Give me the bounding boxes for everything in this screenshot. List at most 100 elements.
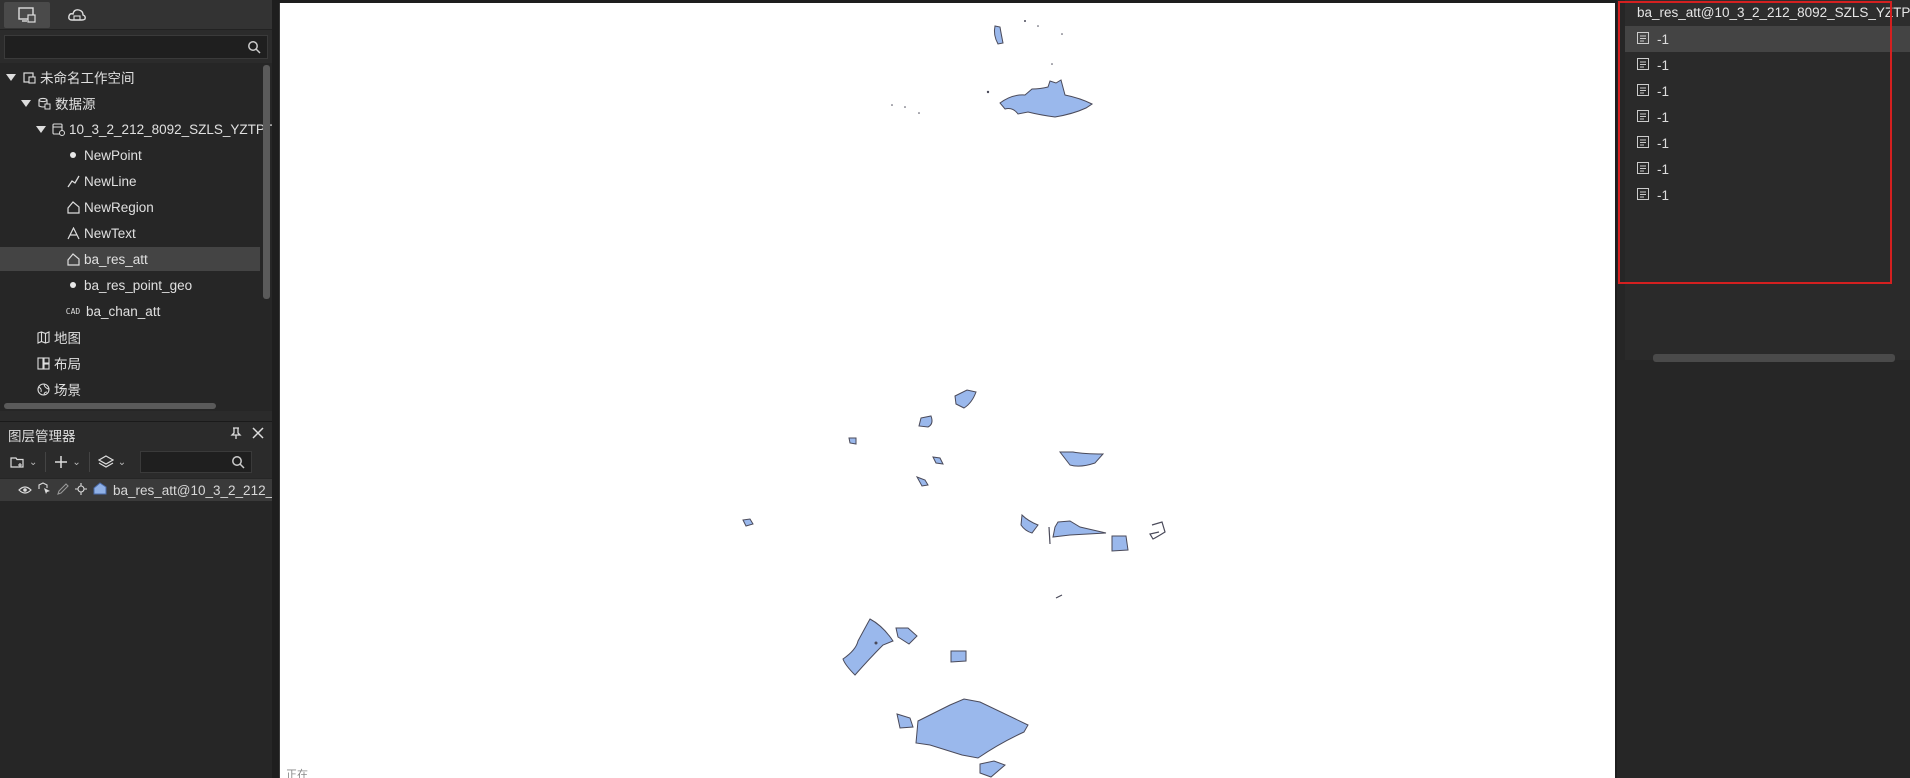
tree-node-label: 数据源 bbox=[55, 97, 96, 112]
tree-node-scenes[interactable]: 场景 bbox=[0, 377, 260, 401]
layer-manager-title: 图层管理器 bbox=[8, 428, 76, 444]
region-feature bbox=[950, 650, 967, 663]
search-icon[interactable] bbox=[247, 40, 261, 57]
map-icon bbox=[36, 330, 50, 344]
snap-target-icon[interactable] bbox=[75, 482, 87, 498]
tree-node-newtext[interactable]: NewText bbox=[0, 221, 260, 245]
tree-node-maps[interactable]: 地图 bbox=[0, 325, 260, 349]
line-icon bbox=[66, 174, 80, 188]
left-tabs bbox=[0, 0, 272, 30]
attribute-row[interactable]: -1 bbox=[1625, 26, 1910, 52]
point-feature bbox=[874, 641, 878, 645]
region-feature bbox=[1111, 535, 1129, 552]
expand-arrow-icon[interactable] bbox=[36, 125, 46, 133]
point-feature bbox=[1061, 33, 1063, 35]
expand-arrow-icon[interactable] bbox=[6, 73, 16, 81]
tree-node-newpoint[interactable]: NewPoint bbox=[0, 143, 260, 167]
attribute-panel-content: ba_res_att@10_3_2_212_8092_SZLS_YZTPT_TE… bbox=[1625, 0, 1910, 360]
layer-manager-header: 图层管理器 bbox=[0, 421, 272, 447]
chevron-down-icon: ⌄ bbox=[72, 456, 81, 468]
tree-node-ba-chan-att[interactable]: CAD ba_chan_att bbox=[0, 299, 260, 323]
point-feature bbox=[891, 104, 893, 106]
record-icon bbox=[1637, 31, 1649, 47]
toolbar-divider bbox=[88, 452, 90, 472]
region-feature bbox=[915, 698, 1029, 759]
new-layer-group-button[interactable]: ⌄ bbox=[6, 450, 41, 474]
search-icon[interactable] bbox=[231, 455, 245, 472]
workspace-tab[interactable] bbox=[4, 2, 50, 28]
expand-arrow-icon[interactable] bbox=[21, 99, 31, 107]
tree-horizontal-scrollbar[interactable] bbox=[4, 403, 216, 409]
record-icon bbox=[1637, 109, 1649, 125]
chevron-down-icon: ⌄ bbox=[29, 456, 38, 468]
region-layer-icon bbox=[93, 482, 107, 498]
line-feature bbox=[1055, 594, 1063, 599]
region-feature bbox=[742, 518, 754, 527]
map-features[interactable] bbox=[280, 3, 1615, 778]
attribute-row[interactable]: -1 bbox=[1625, 78, 1910, 104]
tree-node-label: 场景 bbox=[54, 383, 81, 398]
record-icon bbox=[1637, 83, 1649, 99]
pin-icon[interactable] bbox=[230, 426, 242, 443]
region-feature bbox=[993, 25, 1004, 45]
attribute-value: -1 bbox=[1657, 83, 1670, 99]
layout-icon bbox=[36, 356, 50, 370]
add-layer-button[interactable]: ⌄ bbox=[50, 450, 84, 474]
layer-search-input[interactable] bbox=[140, 451, 253, 473]
tree-node-label: ba_chan_att bbox=[86, 303, 161, 319]
tree-node-ba-res-point-geo[interactable]: ba_res_point_geo bbox=[0, 273, 260, 297]
line-feature bbox=[1149, 521, 1166, 540]
layer-list: ba_res_att@10_3_2_212_8092_SZLS_YZTPT bbox=[0, 478, 272, 778]
attribute-value: -1 bbox=[1657, 109, 1670, 125]
workspace-search-input[interactable] bbox=[4, 35, 268, 59]
record-icon bbox=[1637, 187, 1649, 203]
cloud-icon bbox=[68, 9, 86, 21]
resources-tab[interactable] bbox=[54, 2, 100, 28]
tree-node-ba-res-att[interactable]: ba_res_att bbox=[0, 247, 260, 271]
record-icon bbox=[1637, 57, 1649, 73]
tree-vertical-scrollbar[interactable] bbox=[263, 65, 270, 299]
visibility-eye-icon[interactable] bbox=[18, 483, 32, 498]
left-panel: 未命名工作空间 数据源 10_3_2_212_8092_SZLS_YZTPT N… bbox=[0, 0, 272, 778]
tree-node-label: NewLine bbox=[84, 173, 137, 189]
region-feature bbox=[1058, 451, 1105, 467]
point-feature bbox=[1051, 63, 1053, 65]
tree-node-newline[interactable]: NewLine bbox=[0, 169, 260, 193]
attribute-row[interactable]: -1 bbox=[1625, 52, 1910, 78]
workspace-tab-icon bbox=[18, 7, 36, 23]
attribute-row[interactable]: -1 bbox=[1625, 130, 1910, 156]
database-icon bbox=[52, 122, 65, 136]
layer-style-button[interactable]: ⌄ bbox=[94, 450, 130, 474]
toolbar-divider bbox=[45, 452, 47, 472]
attribute-row[interactable]: -1 bbox=[1625, 182, 1910, 208]
region-feature bbox=[915, 476, 929, 487]
region-feature bbox=[999, 79, 1093, 118]
tree-node-label: 10_3_2_212_8092_SZLS_YZTPT bbox=[69, 121, 272, 137]
tree-node-workspace[interactable]: 未命名工作空间 bbox=[0, 65, 260, 89]
selectable-icon[interactable] bbox=[38, 482, 51, 498]
attribute-panel: ba_res_att@10_3_2_212_8092_SZLS_YZTPT_TE… bbox=[1617, 0, 1910, 778]
close-icon[interactable] bbox=[252, 427, 264, 442]
region-feature bbox=[1020, 513, 1039, 534]
map-canvas[interactable]: 正在 bbox=[279, 3, 1615, 778]
tree-node-layouts[interactable]: 布局 bbox=[0, 351, 260, 375]
tree-node-database[interactable]: 10_3_2_212_8092_SZLS_YZTPT bbox=[0, 117, 272, 141]
attribute-row[interactable]: -1 bbox=[1625, 156, 1910, 182]
datasources-icon bbox=[37, 96, 51, 110]
tree-node-label: NewRegion bbox=[84, 199, 154, 215]
tree-node-newregion[interactable]: NewRegion bbox=[0, 195, 260, 219]
region-icon bbox=[66, 252, 80, 266]
region-feature bbox=[932, 456, 944, 465]
attribute-value: -1 bbox=[1657, 57, 1670, 73]
point-feature bbox=[918, 112, 920, 114]
layer-row[interactable]: ba_res_att@10_3_2_212_8092_SZLS_YZTPT bbox=[0, 479, 272, 501]
attribute-horizontal-scrollbar[interactable] bbox=[1653, 354, 1895, 362]
attribute-row[interactable]: -1 bbox=[1625, 104, 1910, 130]
editable-pencil-icon[interactable] bbox=[57, 482, 69, 498]
region-feature bbox=[896, 713, 914, 729]
region-feature bbox=[979, 760, 1006, 778]
text-icon bbox=[66, 226, 80, 240]
attribute-value: -1 bbox=[1657, 161, 1670, 177]
tree-node-datasources[interactable]: 数据源 bbox=[0, 91, 260, 115]
layers-icon bbox=[97, 455, 114, 468]
